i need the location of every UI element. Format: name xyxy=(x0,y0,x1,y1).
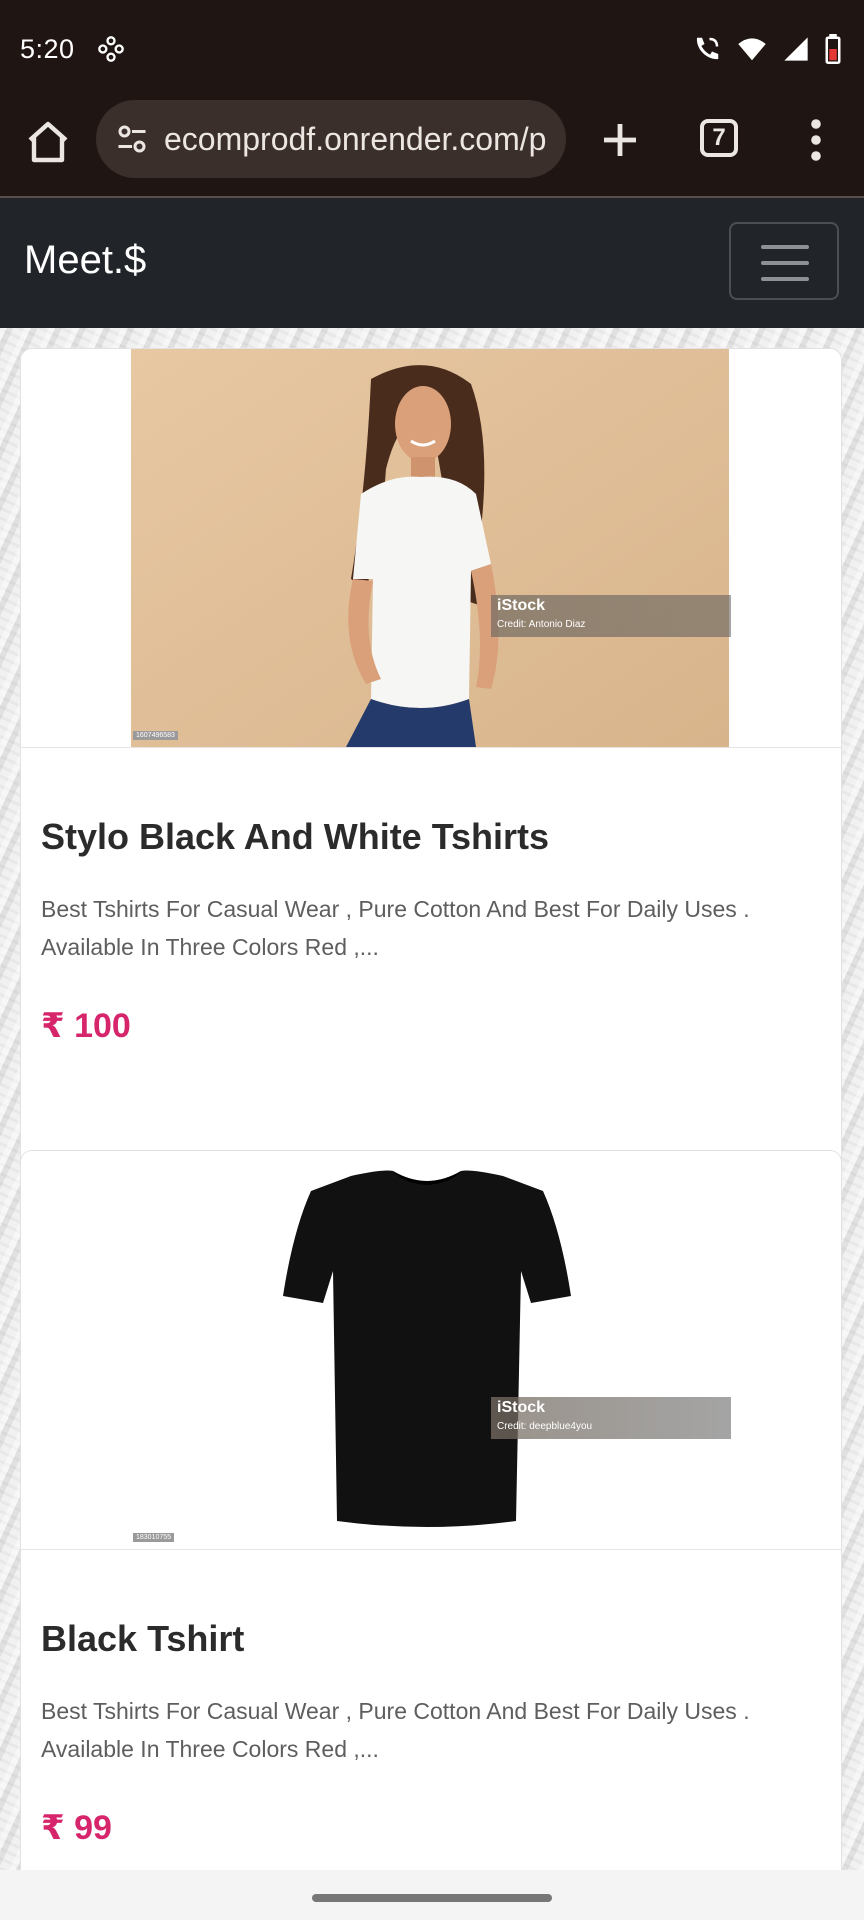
more-vert-icon[interactable] xyxy=(800,116,832,164)
plus-icon[interactable] xyxy=(596,116,644,164)
app-notification-icon xyxy=(97,36,124,62)
watermark-istock: iStock Credit: Antonio Diaz xyxy=(491,595,731,637)
status-icons xyxy=(692,34,842,64)
product-image[interactable]: iStock Credit: deepblue4you 183010755 xyxy=(21,1151,841,1550)
navbar-toggler[interactable] xyxy=(729,222,839,300)
hamburger-icon xyxy=(761,261,809,265)
watermark-credit: Credit: deepblue4you xyxy=(497,1421,593,1432)
product-image[interactable]: iStock Credit: Antonio Diaz 1607496583 xyxy=(21,349,841,748)
product-description: Best Tshirts For Casual Wear , Pure Cott… xyxy=(41,1698,750,1762)
product-card[interactable]: iStock Credit: deepblue4you 183010755 Bl… xyxy=(20,1150,842,1870)
card-body: Black Tshirt Best Tshirts For Casual Wea… xyxy=(21,1618,841,1848)
watermark-credit: Credit: Antonio Diaz xyxy=(497,619,586,630)
card-body: Stylo Black And White Tshirts Best Tshir… xyxy=(21,816,841,1046)
tab-count: 7 xyxy=(712,124,726,151)
product-description: Best Tshirts For Casual Wear , Pure Cott… xyxy=(41,896,750,960)
hamburger-icon xyxy=(761,277,809,281)
watermark-istock: iStock Credit: deepblue4you xyxy=(491,1397,731,1439)
tab-switcher-button[interactable]: 7 xyxy=(700,119,738,157)
product-title[interactable]: Black Tshirt xyxy=(41,1618,821,1660)
product-title[interactable]: Stylo Black And White Tshirts xyxy=(41,816,821,858)
address-bar[interactable]: ecomprodf.onrender.com/p xyxy=(96,100,566,178)
product-photo-black-tshirt xyxy=(131,1151,729,1549)
signal-icon xyxy=(784,37,808,61)
battery-icon xyxy=(825,34,841,64)
wifi-calling-icon xyxy=(696,37,719,60)
url-text[interactable]: ecomprodf.onrender.com/p xyxy=(164,121,554,158)
site-settings-icon[interactable] xyxy=(114,121,150,157)
wifi-icon xyxy=(738,38,766,61)
product-price: ₹ 99 xyxy=(41,1809,112,1847)
status-time: 5:20 xyxy=(20,33,75,64)
watermark-logo: iStock xyxy=(497,1399,546,1416)
site-navbar: Meet.$ xyxy=(0,198,864,328)
browser-toolbar: ecomprodf.onrender.com/p 7 xyxy=(0,98,864,198)
product-photo-woman-tshirt xyxy=(131,349,729,747)
stock-id: 1607496583 xyxy=(133,731,178,740)
hamburger-icon xyxy=(761,245,809,249)
stock-id: 183010755 xyxy=(133,1533,175,1542)
product-price: ₹ 100 xyxy=(41,1007,131,1045)
brand-logo[interactable]: Meet.$ xyxy=(24,238,146,283)
watermark-logo: iStock xyxy=(497,597,546,614)
home-gesture-handle[interactable] xyxy=(312,1894,552,1902)
product-list: iStock Credit: Antonio Diaz 1607496583 S… xyxy=(0,328,864,1870)
status-bar: 5:20 xyxy=(0,0,864,98)
home-icon[interactable] xyxy=(24,118,72,166)
gesture-nav-area xyxy=(0,1870,864,1920)
